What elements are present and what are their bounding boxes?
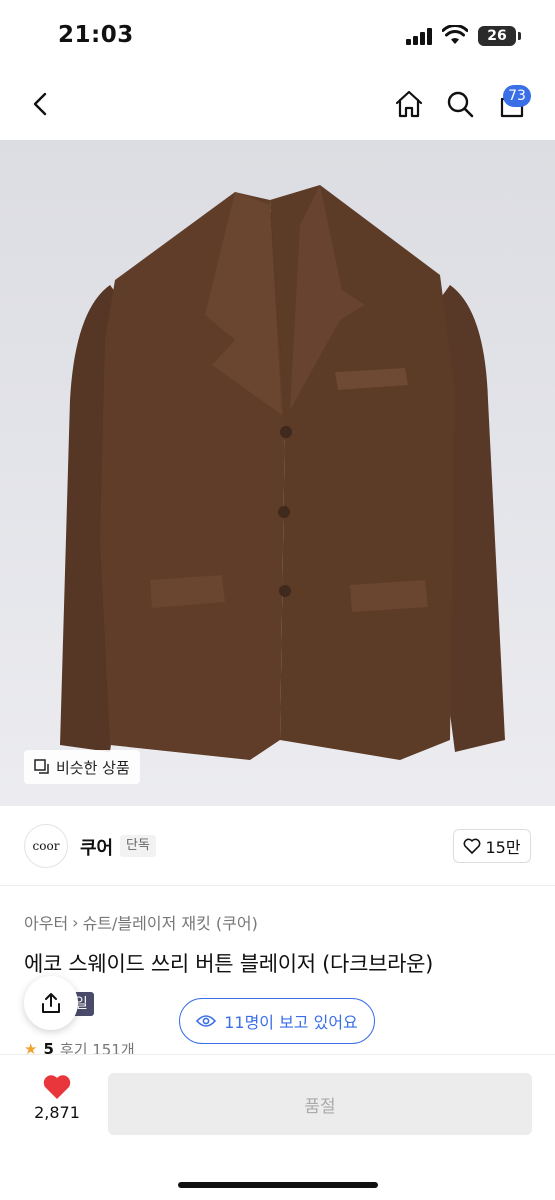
jacket-image: [60, 185, 505, 760]
eye-icon: [196, 1015, 217, 1027]
chevron-right-icon: ›: [72, 912, 79, 932]
home-button[interactable]: [389, 84, 429, 124]
wishlist-button[interactable]: 2,871: [24, 1073, 90, 1137]
exclusive-badge: 단독: [120, 835, 156, 857]
brand-like-button[interactable]: 15만: [453, 829, 531, 863]
home-indicator: [178, 1182, 378, 1188]
similar-icon: [34, 759, 49, 774]
back-icon: [33, 92, 47, 116]
battery-icon: 26: [478, 26, 516, 46]
brand-like-count: 15만: [485, 838, 521, 857]
status-bar: 21:03 26: [0, 0, 555, 72]
product-title: 에코 스웨이드 쓰리 버튼 블레이저 (다크브라운): [24, 952, 434, 976]
search-icon: [447, 91, 474, 118]
home-icon: [395, 90, 423, 118]
brand-name[interactable]: 쿠어: [80, 834, 113, 860]
wishlist-count: 2,871: [34, 1103, 80, 1122]
search-button[interactable]: [440, 84, 480, 124]
breadcrumb-item[interactable]: 슈트/블레이저 재킷 (쿠어): [83, 910, 258, 934]
similar-products-button[interactable]: 비슷한 상품: [24, 750, 140, 784]
similar-label: 비슷한 상품: [56, 758, 130, 777]
product-image[interactable]: [0, 140, 555, 806]
share-icon: [42, 993, 60, 1013]
viewers-indicator: 11명이 보고 있어요: [179, 998, 375, 1044]
breadcrumb: 아우터 › 슈트/블레이저 재킷 (쿠어): [24, 910, 258, 934]
brand-logo[interactable]: coor: [24, 824, 68, 868]
brand-row: coor 쿠어 단독 15만: [0, 806, 555, 886]
heart-icon: [43, 1075, 71, 1099]
cart-count-badge: 73: [503, 85, 531, 107]
breadcrumb-item[interactable]: 아우터: [24, 910, 68, 934]
wifi-icon: [442, 25, 468, 44]
battery-cap: [518, 32, 521, 40]
back-button[interactable]: [20, 84, 60, 124]
status-time: 21:03: [58, 22, 134, 48]
bottom-bar: 2,871 품절: [0, 1054, 555, 1200]
sold-out-button[interactable]: 품절: [108, 1073, 532, 1135]
share-button[interactable]: [24, 976, 78, 1030]
nav-bar: [0, 72, 555, 140]
viewers-text: 11명이 보고 있어요: [224, 1013, 358, 1032]
signal-icon: [406, 28, 432, 45]
heart-outline-icon: [464, 838, 481, 854]
